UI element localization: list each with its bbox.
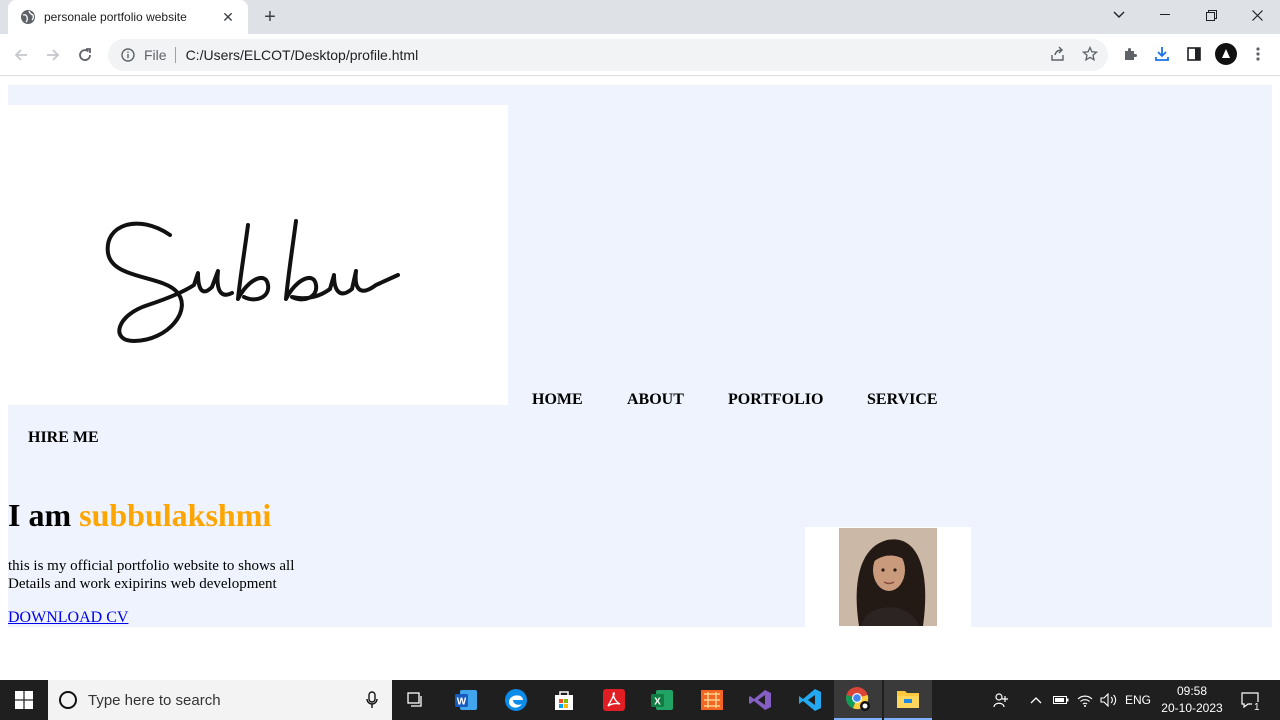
globe-icon (20, 9, 36, 25)
side-panel-icon[interactable] (1182, 42, 1206, 66)
subbu-signature-logo (105, 219, 400, 343)
hero-line-1: this is my official portfolio website to… (8, 558, 295, 574)
windows-logo-icon (15, 691, 33, 709)
hero-line-2: Details and work exipirins web developme… (8, 576, 277, 592)
share-icon[interactable] (1046, 42, 1070, 66)
back-button[interactable] (8, 42, 34, 68)
acrobat-reader-icon[interactable] (590, 680, 638, 720)
notification-count: 1 (1252, 702, 1262, 713)
extensions-icon[interactable] (1118, 42, 1142, 66)
file-explorer-icon[interactable] (884, 680, 932, 720)
windows-taskbar: Type here to search W X ENG 09:58 20-10-… (0, 680, 1280, 720)
hero-prefix: I am (8, 497, 72, 533)
battery-icon[interactable] (1050, 680, 1072, 720)
edge-browser-icon[interactable] (492, 680, 540, 720)
volume-icon[interactable] (1098, 680, 1120, 720)
search-icon (59, 691, 77, 709)
more-menu-icon[interactable] (1246, 42, 1270, 66)
nav-about-link[interactable]: ABOUT (627, 391, 684, 409)
portfolio-site: HOME ABOUT PORTFOLIO SERVICE HIRE ME I a… (8, 85, 1272, 627)
show-hidden-icons-chevron-icon[interactable] (1026, 680, 1046, 720)
browser-tab-strip: personale portfolio website ✕ + (0, 0, 1280, 34)
forward-button[interactable] (40, 42, 66, 68)
store-icon[interactable] (540, 680, 588, 720)
taskbar-search-placeholder: Type here to search (88, 691, 221, 709)
browser-tab[interactable]: personale portfolio website ✕ (8, 0, 248, 34)
web-page: HOME ABOUT PORTFOLIO SERVICE HIRE ME I a… (0, 77, 1280, 680)
clock-time: 09:58 (1176, 684, 1208, 698)
word-icon[interactable]: W (442, 680, 490, 720)
profile-photo (839, 528, 937, 626)
visual-studio-icon[interactable] (736, 680, 784, 720)
svg-text:X: X (654, 697, 661, 708)
info-icon[interactable] (120, 47, 136, 63)
tab-search-icon[interactable] (1096, 0, 1142, 30)
clock-date: 20-10-2023 (1161, 701, 1223, 715)
url-scheme: File (144, 47, 176, 63)
nav-portfolio-link[interactable]: PORTFOLIO (728, 391, 823, 409)
address-bar[interactable]: File C:/Users/ELCOT/Desktop/profile.html (108, 39, 1108, 71)
wifi-icon[interactable] (1074, 680, 1096, 720)
notifications-icon[interactable]: 1 (1236, 680, 1264, 720)
hero-name: subbulakshmi (79, 497, 272, 533)
people-icon[interactable] (988, 680, 1014, 720)
close-tab-icon[interactable]: ✕ (220, 9, 236, 25)
close-window-button[interactable] (1234, 0, 1280, 30)
download-cv-link[interactable]: DOWNLOAD CV (8, 609, 128, 627)
excel-icon[interactable]: X (638, 680, 686, 720)
app-icon-orange[interactable] (688, 680, 736, 720)
tab-title: personale portfolio website (44, 10, 187, 24)
task-view-icon[interactable] (392, 680, 440, 720)
chrome-icon[interactable] (834, 680, 882, 720)
downloads-icon[interactable] (1150, 42, 1174, 66)
taskbar-clock[interactable]: 09:58 20-10-2023 (1150, 683, 1234, 717)
profile-avatar[interactable] (1214, 42, 1238, 66)
start-button[interactable] (0, 680, 48, 720)
nav-hire-me-link[interactable]: HIRE ME (28, 429, 99, 447)
browser-toolbar: File C:/Users/ELCOT/Desktop/profile.html (0, 34, 1280, 76)
taskbar-search-box[interactable]: Type here to search (48, 680, 392, 720)
new-tab-button[interactable]: + (258, 5, 282, 29)
svg-text:W: W (457, 697, 467, 708)
url-text[interactable]: C:/Users/ELCOT/Desktop/profile.html (186, 47, 419, 63)
bookmark-star-icon[interactable] (1078, 42, 1102, 66)
logo-box (8, 105, 508, 405)
hero-description: this is my official portfolio website to… (8, 557, 338, 593)
nav-service-link[interactable]: SERVICE (867, 391, 938, 409)
restore-button[interactable] (1188, 0, 1234, 30)
vscode-icon[interactable] (786, 680, 834, 720)
reload-button[interactable] (72, 42, 98, 68)
profile-photo-frame (805, 527, 971, 627)
microphone-icon[interactable] (366, 691, 378, 709)
nav-home-link[interactable]: HOME (532, 391, 583, 409)
hero-title: I am subbulakshmi (8, 497, 271, 534)
minimize-button[interactable] (1142, 0, 1188, 30)
